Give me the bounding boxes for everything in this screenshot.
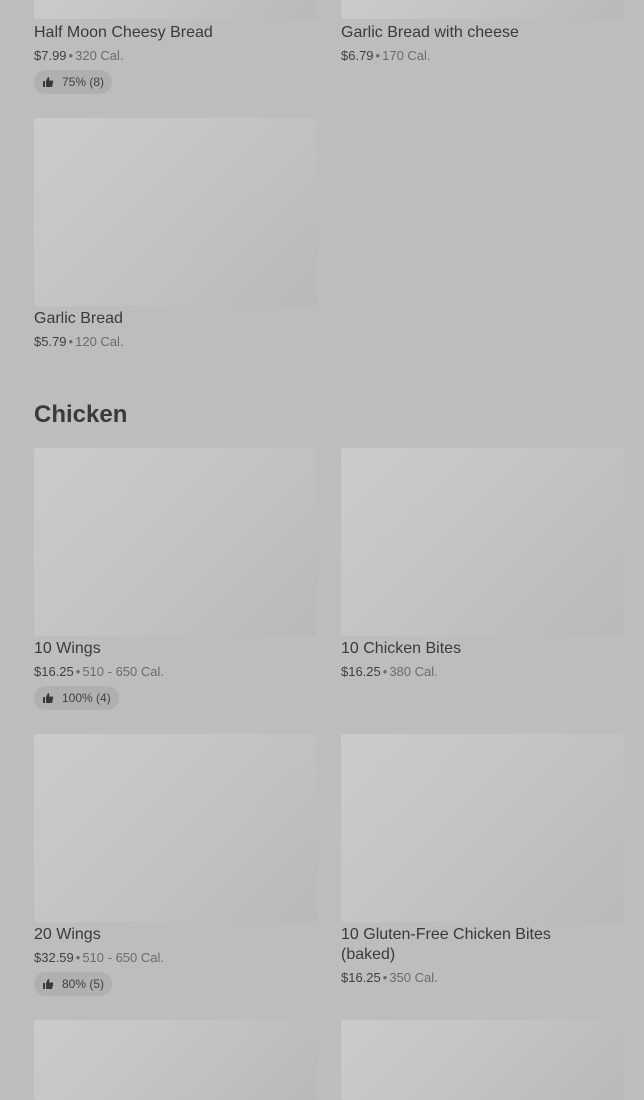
item-meta: $7.99 • 320 Cal. — [34, 48, 124, 64]
item-image-10-wings[interactable] — [34, 448, 317, 636]
rating-text: 100% (4) — [62, 691, 111, 705]
item-calories: 380 Cal. — [389, 664, 438, 679]
item-image-half-moon-cheesy-bread[interactable] — [34, 0, 317, 19]
item-meta: $5.79 • 120 Cal. — [34, 334, 124, 350]
item-price: $7.99 — [34, 48, 67, 63]
separator-dot: • — [375, 48, 381, 63]
item-price: $6.79 — [341, 48, 374, 63]
item-image-next-left[interactable] — [34, 1020, 317, 1100]
item-image-gluten-free-chicken-bites[interactable] — [341, 734, 624, 922]
item-calories: 510 - 650 Cal. — [82, 664, 164, 679]
rating-badge: 75% (8) — [34, 70, 113, 94]
thumbs-up-icon — [43, 77, 54, 87]
item-calories: 320 Cal. — [75, 48, 124, 63]
item-image-next-right[interactable] — [341, 1020, 624, 1100]
item-name[interactable]: 10 Gluten-Free Chicken Bites (baked) — [341, 925, 591, 965]
item-image-garlic-bread[interactable] — [34, 118, 317, 306]
item-name[interactable]: 10 Chicken Bites — [341, 639, 461, 659]
item-name[interactable]: 10 Wings — [34, 639, 101, 659]
item-image-20-wings[interactable] — [34, 734, 317, 922]
item-name[interactable]: Garlic Bread — [34, 309, 123, 329]
item-price: $16.25 — [34, 664, 74, 679]
item-price: $32.59 — [34, 950, 74, 965]
rating-badge: 100% (4) — [34, 686, 119, 710]
thumbs-up-icon — [43, 979, 54, 989]
thumbs-up-icon — [43, 693, 54, 703]
item-price: $16.25 — [341, 970, 381, 985]
item-calories: 510 - 650 Cal. — [82, 950, 164, 965]
separator-dot: • — [68, 48, 74, 63]
item-image-garlic-bread-with-cheese[interactable] — [341, 0, 624, 19]
item-name[interactable]: 20 Wings — [34, 925, 101, 945]
item-calories: 350 Cal. — [389, 970, 438, 985]
rating-text: 75% (8) — [62, 75, 105, 89]
rating-text: 80% (5) — [62, 977, 105, 991]
item-calories: 120 Cal. — [75, 334, 124, 349]
item-calories: 170 Cal. — [382, 48, 431, 63]
item-price: $16.25 — [341, 664, 381, 679]
section-title-chicken: Chicken — [34, 401, 128, 428]
item-meta: $6.79 • 170 Cal. — [341, 48, 431, 64]
separator-dot: • — [68, 334, 74, 349]
item-price: $5.79 — [34, 334, 67, 349]
item-image-10-chicken-bites[interactable] — [341, 448, 624, 636]
item-meta: $32.59 • 510 - 650 Cal. — [34, 950, 164, 966]
item-name[interactable]: Half Moon Cheesy Bread — [34, 23, 213, 43]
rating-badge: 80% (5) — [34, 972, 113, 996]
item-meta: $16.25 • 350 Cal. — [341, 970, 438, 986]
item-meta: $16.25 • 510 - 650 Cal. — [34, 664, 164, 680]
item-name[interactable]: Garlic Bread with cheese — [341, 23, 519, 43]
item-meta: $16.25 • 380 Cal. — [341, 664, 438, 680]
